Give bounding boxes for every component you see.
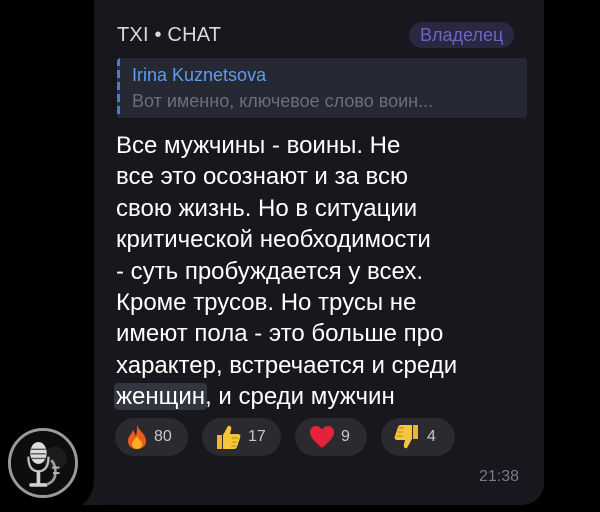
thumbs-down-icon	[394, 425, 418, 449]
message-line: - суть пробуждается у всех.	[116, 257, 423, 285]
reaction-thumbs-down[interactable]: 4	[381, 418, 455, 456]
role-badge: Владелец	[409, 22, 515, 48]
heart-icon	[310, 426, 334, 448]
reply-bar	[117, 58, 120, 118]
message-line: женщин, и среди мужчин	[114, 381, 536, 412]
sender-name[interactable]: TXI • CHAT	[117, 24, 221, 47]
reaction-count: 80	[154, 428, 172, 445]
fire-icon	[128, 425, 146, 449]
reply-text: Вот именно, ключевое слово воин...	[132, 91, 434, 111]
message-line: Кроме трусов. Но трусы не	[116, 289, 417, 317]
reaction-count: 9	[341, 428, 350, 445]
reply-preview[interactable]: Irina Kuznetsova Вот именно, ключевое сл…	[117, 58, 527, 118]
bubble-tail	[82, 478, 110, 505]
message-line: все это осознают и за всю	[116, 163, 408, 191]
microphone-icon	[11, 431, 75, 495]
reaction-thumbs-up[interactable]: 17	[202, 418, 281, 456]
reaction-count: 17	[248, 428, 266, 445]
message-line: характер, встречается и среди	[116, 351, 458, 379]
message-line-rest: , и среди мужчин	[205, 383, 395, 411]
thumbs-up-icon	[217, 425, 241, 449]
highlighted-word: женщин	[114, 383, 208, 411]
reply-author: Irina Kuznetsova	[132, 65, 267, 85]
message-line: имеют пола - это больше про	[116, 320, 444, 348]
message-line: критической необходимости	[116, 226, 431, 254]
message-line: свою жизнь. Но в ситуации	[116, 194, 418, 222]
sender-avatar[interactable]	[8, 428, 78, 498]
reaction-fire[interactable]: 80	[115, 418, 188, 456]
reaction-heart[interactable]: 9	[295, 418, 367, 456]
message-text: Все мужчины - воины. Не все это осознают…	[114, 130, 536, 413]
reaction-count: 4	[427, 428, 436, 445]
message-line: Все мужчины - воины. Не	[116, 132, 401, 159]
message-time: 21:38	[479, 468, 520, 485]
